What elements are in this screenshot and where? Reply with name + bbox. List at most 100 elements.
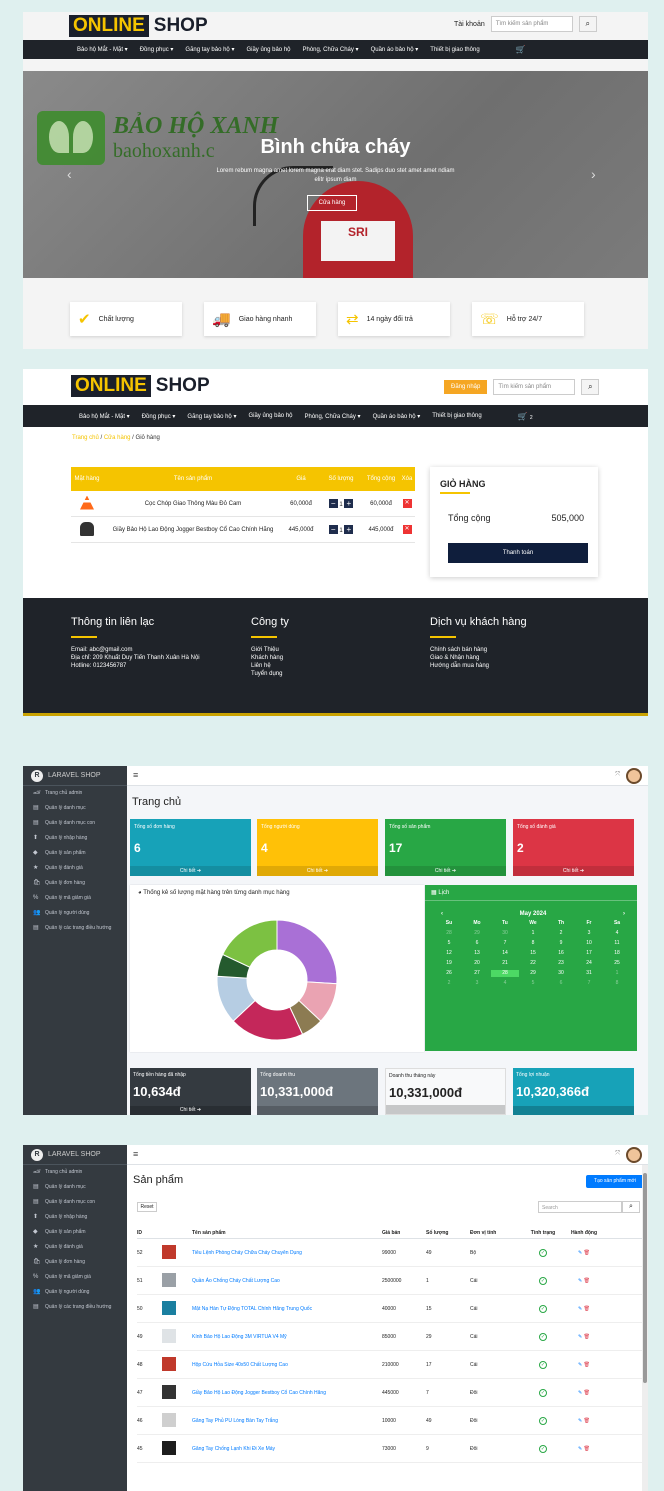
breadcrumb-shop[interactable]: Cửa hàng [104, 435, 131, 441]
nav-item[interactable]: Thiết bị giao thông [430, 47, 479, 53]
fullscreen-icon[interactable]: ⤧ [615, 1151, 620, 1158]
nav-item[interactable]: Quần áo bảo hộ ▾ [373, 413, 421, 420]
scrollbar-thumb[interactable] [643, 1173, 647, 1383]
sidebar-item[interactable]: ★ Quản lý đánh giá [23, 1240, 127, 1255]
remove-item-button[interactable]: ✕ [402, 525, 412, 534]
create-product-button[interactable]: Tạo sản phẩm mới [586, 1175, 644, 1188]
trash-icon[interactable]: 🗑 [584, 1446, 590, 1452]
calendar-day[interactable]: 29 [463, 930, 491, 937]
nav-item[interactable]: Đồng phục ▾ [142, 413, 176, 420]
admin-brand[interactable]: R LARAVEL SHOP [23, 766, 127, 786]
calendar-day[interactable]: 1 [603, 970, 631, 977]
sidebar-item[interactable]: 👥 Quản lý người dùng [23, 906, 127, 921]
shop-logo[interactable]: ONLINE SHOP [69, 15, 208, 37]
scrollbar[interactable] [642, 1165, 648, 1491]
calendar-day[interactable]: 13 [463, 950, 491, 957]
nav-item[interactable]: Giầy ủng bảo hộ [248, 413, 292, 419]
footer-link[interactable]: Tuyển dụng [251, 670, 289, 678]
search-button[interactable]: ⌕ [622, 1201, 640, 1213]
product-name-link[interactable]: Tiêu Lệnh Phòng Cháy Chữa Cháy Chuyên Dụ… [192, 1250, 382, 1256]
calendar-day[interactable]: 3 [575, 930, 603, 937]
remove-item-button[interactable]: ✕ [402, 499, 412, 508]
stat-detail-link[interactable]: Chi tiết ➔ [257, 866, 378, 876]
calendar-day[interactable]: 28 [435, 930, 463, 937]
calendar-day[interactable]: 8 [603, 980, 631, 987]
search-button[interactable]: ⌕ [578, 16, 597, 32]
calendar-day[interactable]: 7 [575, 980, 603, 987]
sidebar-item[interactable]: ▤ Quản lý các trang điều hướng [23, 1300, 127, 1315]
summary-footer[interactable] [386, 1105, 505, 1114]
sidebar-item[interactable]: ★ Quản lý đánh giá [23, 861, 127, 876]
calendar-day[interactable]: 12 [435, 950, 463, 957]
product-name-link[interactable]: Giầy Bảo Hộ Lao Động Jogger Bestboy Cổ C… [192, 1390, 382, 1396]
product-name-link[interactable]: Kính Bảo Hộ Lao Động 3M VIRTUA V4 Mỹ [192, 1334, 382, 1340]
login-button[interactable]: Đăng nhập [444, 380, 488, 394]
calendar-day[interactable]: 22 [519, 960, 547, 967]
calendar-day[interactable]: 4 [603, 930, 631, 937]
product-name-link[interactable]: Mặt Nạ Hàn Tự Động TOTAL Chính Hãng Trun… [192, 1306, 382, 1312]
footer-link[interactable]: Khách hàng [251, 654, 289, 662]
calendar-prev-icon[interactable]: ‹ [441, 911, 443, 917]
calendar-next-icon[interactable]: › [623, 911, 625, 917]
footer-link[interactable]: Hướng dẫn mua hàng [430, 662, 527, 670]
product-name-link[interactable]: Hộp Cứu Hỏa Size 40x50 Chất Lượng Cao [192, 1362, 382, 1368]
nav-item[interactable]: Găng tay bảo hộ ▾ [185, 46, 234, 53]
trash-icon[interactable]: 🗑 [584, 1418, 590, 1424]
calendar-day[interactable]: 9 [547, 940, 575, 947]
trash-icon[interactable]: 🗑 [584, 1390, 590, 1396]
product-name-link[interactable]: Găng Tay Chống Lạnh Khi Đi Xe Máy [192, 1446, 382, 1452]
calendar-day[interactable]: 24 [575, 960, 603, 967]
sidebar-item[interactable]: ▤ Quản lý các trang điều hướng [23, 921, 127, 936]
sidebar-item[interactable]: ▤ Quản lý danh mục con [23, 1195, 127, 1210]
cart-item-qty[interactable]: 1 [339, 502, 342, 508]
shop-now-button[interactable]: Cửa hàng [307, 195, 357, 211]
sidebar-item[interactable]: 🏎 Trang chủ admin [23, 786, 127, 801]
menu-toggle-icon[interactable]: ≡ [133, 1149, 138, 1159]
trash-icon[interactable]: 🗑 [584, 1250, 590, 1256]
product-name-link[interactable]: Quần Áo Chống Cháy Chất Lượng Cao [192, 1278, 382, 1284]
product-name-link[interactable]: Găng Tay Phủ PU Lòng Bàn Tay Trắng [192, 1418, 382, 1424]
checkout-button[interactable]: Thanh toán [448, 543, 588, 563]
cart-icon[interactable]: 🛒 [516, 45, 526, 54]
search-input[interactable]: Search [538, 1201, 622, 1213]
trash-icon[interactable]: 🗑 [584, 1278, 590, 1284]
summary-footer[interactable]: Chi tiết ➔ [130, 1106, 251, 1115]
carousel-prev-icon[interactable]: ‹ [67, 166, 72, 182]
calendar-day[interactable]: 6 [463, 940, 491, 947]
footer-link[interactable]: Liên hệ [251, 662, 289, 670]
account-link[interactable]: Tài khoản [454, 21, 485, 28]
calendar-day[interactable]: 3 [463, 980, 491, 987]
increase-qty-button[interactable]: + [344, 525, 354, 534]
footer-link[interactable]: Giới Thiệu [251, 646, 289, 654]
stat-detail-link[interactable]: Chi tiết ➔ [385, 866, 506, 876]
calendar-day[interactable]: 16 [547, 950, 575, 957]
calendar-day[interactable]: 31 [575, 970, 603, 977]
nav-item[interactable]: Quần áo bảo hộ ▾ [371, 46, 419, 53]
nav-item[interactable]: Giầy ủng bảo hộ [246, 47, 290, 53]
search-input[interactable]: Tìm kiếm sản phẩm [493, 379, 576, 395]
sidebar-item[interactable]: ⬆ Quản lý nhập hàng [23, 1210, 127, 1225]
sidebar-item[interactable]: ◆ Quản lý sản phẩm [23, 846, 127, 861]
menu-toggle-icon[interactable]: ≡ [133, 770, 138, 780]
calendar-day[interactable]: 21 [491, 960, 519, 967]
calendar-day[interactable]: 7 [491, 940, 519, 947]
sidebar-item[interactable]: 🛍 Quản lý đơn hàng [23, 876, 127, 891]
sidebar-item[interactable]: 🏎 Trang chủ admin [23, 1165, 127, 1180]
nav-item[interactable]: Bảo hộ Mắt - Mặt ▾ [79, 413, 130, 420]
trash-icon[interactable]: 🗑 [584, 1306, 590, 1312]
avatar[interactable] [626, 1147, 642, 1163]
calendar-day[interactable]: 2 [547, 930, 575, 937]
nav-item[interactable]: Phòng, Chữa Cháy ▾ [305, 413, 361, 420]
calendar-day[interactable]: 27 [463, 970, 491, 977]
reset-button[interactable]: Reset [137, 1202, 157, 1212]
sidebar-item[interactable]: ◆ Quản lý sản phẩm [23, 1225, 127, 1240]
calendar-day[interactable]: 4 [491, 980, 519, 987]
search-input[interactable]: Tìm kiếm sản phẩm [490, 16, 573, 32]
sidebar-item[interactable]: 🛍 Quản lý đơn hàng [23, 1255, 127, 1270]
decrease-qty-button[interactable]: − [328, 525, 338, 534]
sidebar-item[interactable]: % Quản lý mã giảm giá [23, 1270, 127, 1285]
nav-item[interactable]: Thiết bị giao thông [432, 413, 481, 419]
donut-slice[interactable] [276, 919, 338, 985]
calendar-day[interactable]: 17 [575, 950, 603, 957]
calendar-day[interactable]: 20 [463, 960, 491, 967]
